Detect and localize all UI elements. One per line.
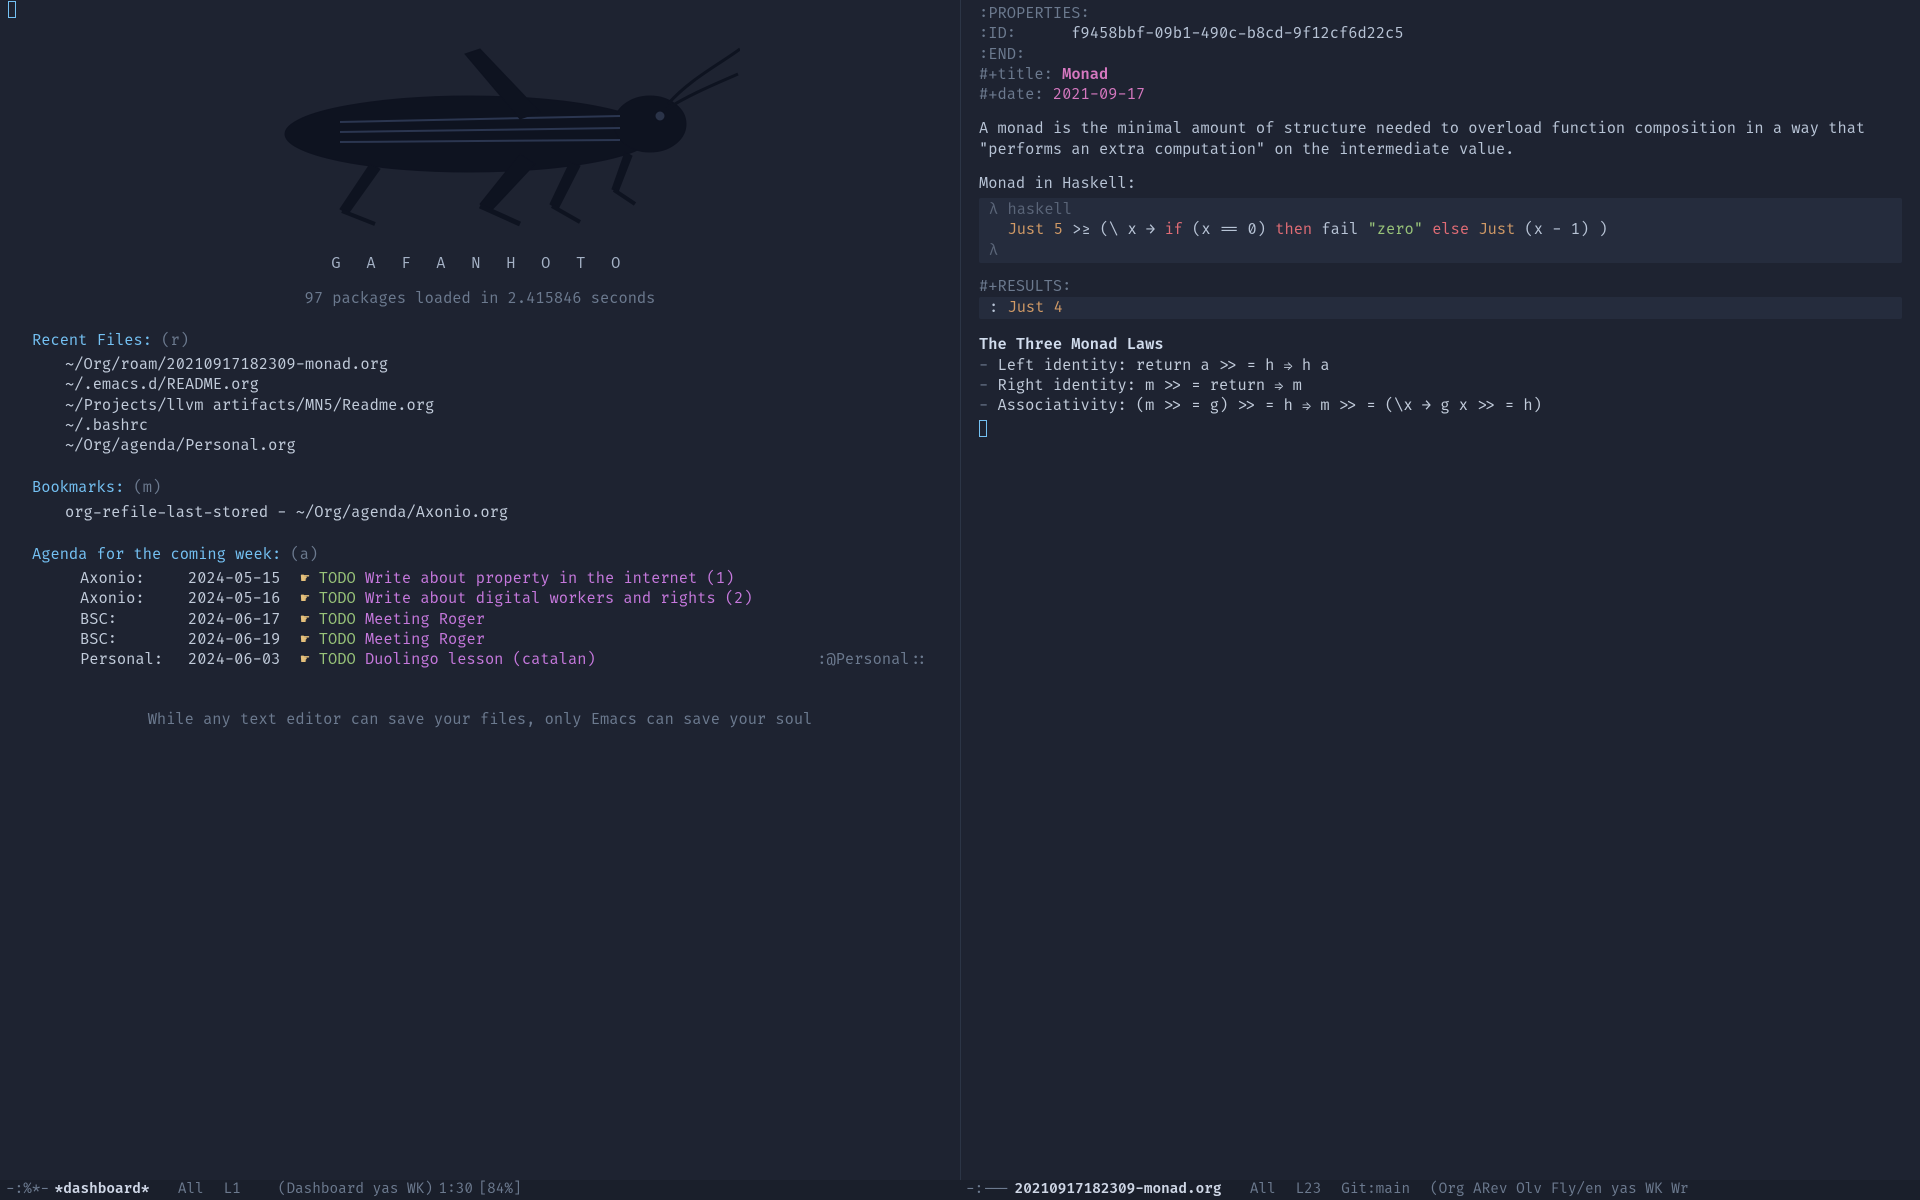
results-colon: :: [989, 298, 998, 317]
modeline-buffer-name: 20210917182309-monad.org: [1015, 1181, 1222, 1200]
src-block-end: λ: [989, 241, 998, 260]
bookmarks-list: org-refile-last-stored - ~/Org/agenda/Ax…: [32, 503, 928, 523]
modeline-battery: [84%]: [479, 1181, 522, 1200]
recent-file-item[interactable]: ~/.bashrc: [32, 416, 928, 436]
drawer-properties-end: :END:: [979, 45, 1902, 65]
recent-file-item[interactable]: ~/Org/agenda/Personal.org: [32, 436, 928, 456]
src-block: λ haskell Just 5 >≥ (\ x → if (x == 0) t…: [979, 198, 1902, 263]
drawer-id-label: :ID:: [979, 24, 1016, 43]
modeline-position: All: [1250, 1181, 1276, 1200]
org-paragraph: A monad is the minimal amount of structu…: [979, 119, 1902, 160]
agenda-heading: Agenda for the coming week:: [32, 545, 281, 564]
modeline-line: L1: [224, 1181, 241, 1200]
agenda-date: 2024-05-16: [188, 589, 296, 609]
agenda-marker-icon: ☛: [301, 569, 319, 588]
agenda-tag: :@Personal::: [817, 650, 928, 670]
recent-file-item[interactable]: ~/.emacs.d/README.org: [32, 375, 928, 395]
agenda-item[interactable]: Axonio:2024-05-16 ☛ TODO Write about digi…: [32, 589, 928, 609]
src-block-line: Just 5 >≥ (\ x → if (x == 0) then fail "…: [989, 220, 1892, 240]
todo-keyword: TODO: [319, 630, 356, 649]
cursor: [979, 420, 987, 437]
recent-files-section: Recent Files: (r) ~/Org/roam/20210917182…: [32, 331, 928, 457]
todo-keyword: TODO: [319, 589, 356, 608]
recent-file-item[interactable]: ~/Projects/llvm artifacts/MN5/Readme.org: [32, 396, 928, 416]
recent-file-item[interactable]: ~/Org/roam/20210917182309-monad.org: [32, 355, 928, 375]
org-date-value: 2021-09-17: [1053, 85, 1145, 104]
dashboard-status: 97 packages loaded in 2.415846 seconds: [32, 289, 928, 309]
org-list-item: - Associativity: (m >> = g) >> = h ⇒ m >…: [979, 396, 1902, 416]
recent-files-key: (r): [161, 331, 189, 350]
agenda-section: Agenda for the coming week: (a) Axonio:2…: [32, 545, 928, 671]
recent-files-heading: Recent Files:: [32, 331, 152, 350]
agenda-marker-icon: ☛: [301, 610, 319, 629]
agenda-category: BSC:: [80, 630, 188, 650]
agenda-date: 2024-05-15: [188, 569, 296, 589]
org-title-value: Monad: [1062, 65, 1108, 84]
modeline-position: All: [178, 1181, 204, 1200]
results-value: Just 4: [1007, 298, 1062, 317]
agenda-marker-icon: ☛: [301, 589, 319, 608]
org-date-line: #+date: 2021-09-17: [979, 85, 1902, 105]
agenda-date: 2024-06-19: [188, 630, 296, 650]
modeline-state: -:%*-: [6, 1181, 49, 1200]
drawer-id-line: :ID: f9458bbf-09b1-490c-b8cd-9f12cf6d22c…: [979, 24, 1902, 44]
src-block-header: λ haskell: [989, 200, 1072, 219]
modeline-minor: (Dashboard yas WK): [278, 1181, 433, 1200]
modeline-right[interactable]: -:--- 20210917182309-monad.org All L23 G…: [960, 1180, 1920, 1200]
todo-keyword: TODO: [319, 650, 356, 669]
dashboard-footer: While any text editor can save your file…: [32, 710, 928, 730]
agenda-category: Personal:: [80, 650, 188, 670]
agenda-marker-icon: ☛: [301, 650, 319, 669]
agenda-category: BSC:: [80, 610, 188, 630]
agenda-item[interactable]: Axonio:2024-05-15 ☛ TODO Write about prop…: [32, 569, 928, 589]
agenda-title: Meeting Roger: [365, 630, 485, 649]
modeline-vc: Git:main: [1341, 1181, 1410, 1200]
modeline-line: L23: [1296, 1181, 1322, 1200]
agenda-marker-icon: ☛: [301, 630, 319, 649]
agenda-title: Write about property in the internet (1): [365, 569, 734, 588]
org-intro-line: Monad in Haskell:: [979, 174, 1902, 194]
agenda-item[interactable]: Personal:2024-06-03 ☛ TODO Duolingo lesso…: [32, 650, 928, 670]
agenda-item[interactable]: BSC:2024-06-17 ☛ TODO Meeting Roger: [32, 610, 928, 630]
bookmarks-heading: Bookmarks:: [32, 478, 124, 497]
modeline-buffer-name: *dashboard*: [55, 1181, 150, 1200]
results-keyword: #+RESULTS:: [979, 277, 1902, 297]
todo-keyword: TODO: [319, 569, 356, 588]
org-date-keyword: #+date:: [979, 85, 1044, 104]
org-title-line: #+title: Monad: [979, 65, 1902, 85]
org-title-keyword: #+title:: [979, 65, 1053, 84]
org-list-item: - Left identity: return a >> = h ⇒ h a: [979, 356, 1902, 376]
agenda-category: Axonio:: [80, 569, 188, 589]
dashboard-title: G A F A N H O T O: [32, 254, 928, 274]
drawer-id-value: f9458bbf-09b1-490c-b8cd-9f12cf6d22c5: [1071, 24, 1403, 43]
org-heading[interactable]: The Three Monad Laws: [979, 335, 1902, 355]
drawer-properties-open: :PROPERTIES:: [979, 4, 1902, 24]
agenda-title: Write about digital workers and rights (…: [365, 589, 753, 608]
org-list-item: - Right identity: m >> = return ⇒ m: [979, 376, 1902, 396]
agenda-date: 2024-06-03: [188, 650, 296, 670]
org-window: :PROPERTIES: :ID: f9458bbf-09b1-490c-b8c…: [960, 0, 1920, 1180]
modeline-state: -:---: [966, 1181, 1009, 1200]
bookmarks-key: (m): [134, 478, 162, 497]
modeline-clock: 1:30: [439, 1181, 473, 1200]
bookmarks-section: Bookmarks: (m) org-refile-last-stored - …: [32, 478, 928, 523]
cursor: [8, 1, 16, 18]
agenda-title: Meeting Roger: [365, 610, 485, 629]
modeline-left[interactable]: -:%*- *dashboard* All L1 (Dashboard yas …: [0, 1180, 960, 1200]
agenda-category: Axonio:: [80, 589, 188, 609]
results-block: : Just 4: [979, 297, 1902, 319]
bookmark-item[interactable]: org-refile-last-stored - ~/Org/agenda/Ax…: [32, 503, 928, 523]
agenda-item[interactable]: BSC:2024-06-19 ☛ TODO Meeting Roger: [32, 630, 928, 650]
dashboard-window: G A F A N H O T O 97 packages loaded in …: [0, 0, 960, 1180]
recent-files-list: ~/Org/roam/20210917182309-monad.org ~/.e…: [32, 355, 928, 456]
agenda-title: Duolingo lesson (catalan): [365, 650, 596, 669]
agenda-key: (a): [290, 545, 318, 564]
dashboard-banner-icon: [220, 24, 740, 244]
agenda-date: 2024-06-17: [188, 610, 296, 630]
todo-keyword: TODO: [319, 610, 356, 629]
modeline-minor: (Org ARev Olv Fly/en yas WK Wr: [1430, 1181, 1688, 1200]
